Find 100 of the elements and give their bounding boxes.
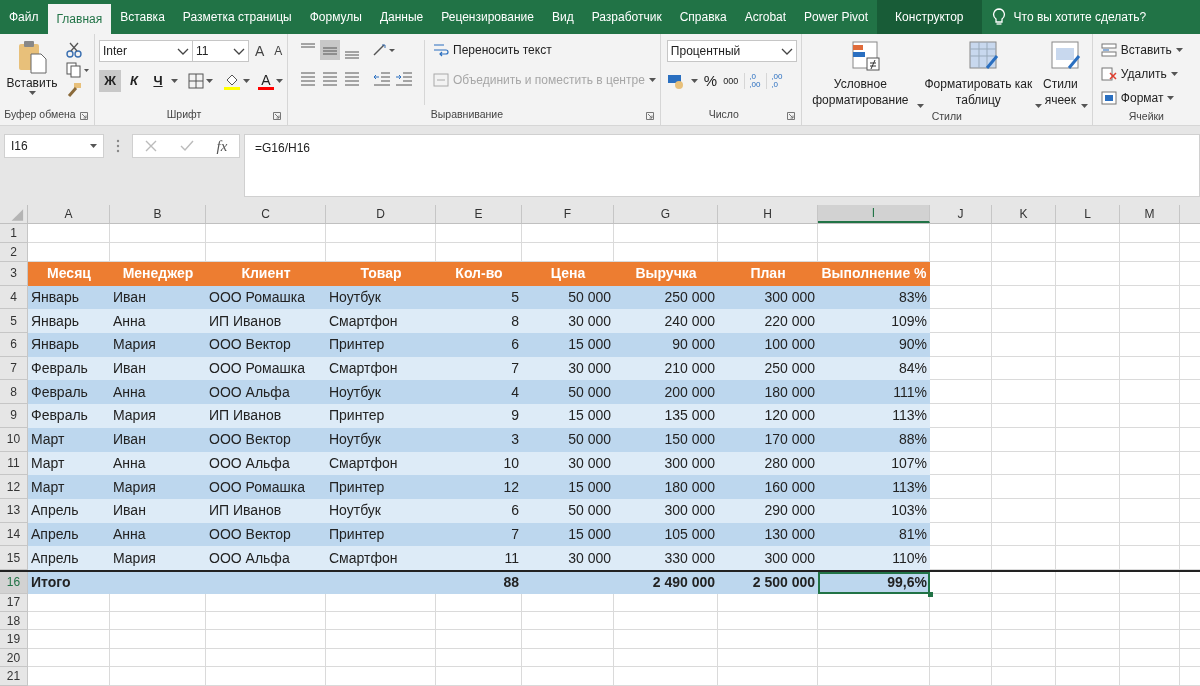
empty-cell[interactable]	[992, 630, 1056, 649]
paste-button[interactable]: Вставить	[4, 40, 60, 105]
row-header[interactable]: 12	[0, 475, 28, 499]
empty-cell[interactable]	[206, 667, 326, 686]
number-format-dropdown[interactable]: Процентный	[666, 40, 797, 62]
empty-cell[interactable]	[614, 612, 718, 631]
column-header[interactable]: E	[436, 205, 522, 223]
empty-cell[interactable]	[1056, 522, 1120, 547]
empty-cell[interactable]	[992, 404, 1056, 428]
empty-cell[interactable]	[818, 630, 930, 649]
empty-cell[interactable]	[992, 427, 1056, 452]
empty-cell[interactable]	[436, 593, 522, 612]
empty-cell[interactable]	[1120, 380, 1180, 405]
empty-cell[interactable]	[1056, 667, 1120, 686]
more-icon[interactable]	[116, 139, 120, 153]
insert-function-button[interactable]: fx	[216, 134, 228, 158]
empty-cell[interactable]	[522, 593, 614, 612]
shrink-font-button[interactable]: A	[274, 42, 283, 60]
empty-cell[interactable]	[206, 630, 326, 649]
empty-cell[interactable]	[1056, 427, 1120, 452]
menu-tab[interactable]: Разметка страницы	[173, 0, 301, 34]
formula-field[interactable]: =G16/H16	[244, 134, 1200, 197]
empty-cell[interactable]	[930, 648, 992, 668]
empty-cell[interactable]	[1120, 475, 1180, 499]
empty-cell[interactable]	[1120, 522, 1180, 547]
font-color-button[interactable]: A	[258, 72, 274, 90]
row-header[interactable]: 4	[0, 285, 28, 310]
cells-button[interactable]: Формат	[1100, 88, 1196, 108]
increase-decimal-button[interactable]: ,0 ,00	[744, 73, 761, 90]
empty-cell[interactable]	[1120, 285, 1180, 310]
empty-cell[interactable]	[1056, 262, 1120, 286]
empty-cell[interactable]	[718, 630, 818, 649]
empty-cell[interactable]	[522, 648, 614, 668]
empty-cell[interactable]	[326, 630, 436, 649]
empty-cell[interactable]	[436, 667, 522, 686]
tell-me-text[interactable]: Что вы хотите сделать?	[1013, 8, 1147, 26]
empty-cell[interactable]	[992, 262, 1056, 286]
row-header[interactable]: 3	[0, 262, 28, 286]
empty-cell[interactable]	[992, 356, 1056, 381]
empty-cell[interactable]	[992, 475, 1056, 499]
menu-tab[interactable]: Справка	[670, 0, 736, 34]
empty-cell[interactable]	[522, 224, 614, 243]
dialog-launcher-icon[interactable]	[273, 112, 281, 120]
menu-tab[interactable]: Разработчик	[582, 0, 671, 34]
underline-button[interactable]: Ч	[147, 70, 169, 92]
empty-cell[interactable]	[1056, 451, 1120, 476]
styles-button[interactable]: Стили ячеек	[1041, 40, 1088, 108]
row-header[interactable]: 10	[0, 427, 28, 452]
empty-cell[interactable]	[1056, 498, 1120, 523]
empty-cell[interactable]	[326, 224, 436, 243]
decrease-decimal-button[interactable]: ,00 ,0	[766, 73, 783, 90]
row-header[interactable]: 11	[0, 451, 28, 476]
menu-tab[interactable]: Данные	[370, 0, 433, 34]
empty-cell[interactable]	[992, 285, 1056, 310]
dialog-launcher-icon[interactable]	[786, 112, 795, 120]
empty-cell[interactable]	[522, 667, 614, 686]
cells-button[interactable]: Вставить	[1100, 40, 1196, 60]
empty-cell[interactable]	[930, 224, 992, 243]
empty-cell[interactable]	[522, 612, 614, 631]
empty-cell[interactable]	[1120, 667, 1180, 686]
empty-cell[interactable]	[1120, 333, 1180, 357]
percent-button[interactable]: %	[703, 70, 718, 93]
empty-cell[interactable]	[1056, 356, 1120, 381]
enter-icon[interactable]	[179, 140, 194, 152]
empty-cell[interactable]	[206, 612, 326, 631]
cells-button[interactable]: Удалить	[1100, 64, 1196, 84]
column-header[interactable]: A	[28, 205, 110, 223]
empty-cell[interactable]	[718, 667, 818, 686]
empty-cell[interactable]	[718, 648, 818, 668]
empty-cell[interactable]	[614, 593, 718, 612]
empty-cell[interactable]	[1120, 356, 1180, 381]
empty-cell[interactable]	[614, 648, 718, 668]
menu-tab[interactable]: Файл	[0, 0, 48, 34]
empty-cell[interactable]	[1056, 571, 1120, 594]
empty-cell[interactable]	[1056, 648, 1120, 668]
empty-cell[interactable]	[930, 612, 992, 631]
empty-cell[interactable]	[992, 309, 1056, 334]
empty-cell[interactable]	[1120, 309, 1180, 334]
empty-cell[interactable]	[1056, 333, 1120, 357]
borders-icon[interactable]	[188, 73, 204, 89]
empty-cell[interactable]	[992, 451, 1056, 476]
empty-cell[interactable]	[614, 630, 718, 649]
column-header[interactable]: M	[1120, 205, 1180, 223]
empty-cell[interactable]	[614, 224, 718, 243]
empty-cell[interactable]	[326, 648, 436, 668]
name-box[interactable]: I16	[4, 134, 104, 158]
empty-cell[interactable]	[992, 333, 1056, 357]
empty-cell[interactable]	[1120, 404, 1180, 428]
empty-cell[interactable]	[1120, 612, 1180, 631]
empty-cell[interactable]	[992, 593, 1056, 612]
row-header[interactable]: 15	[0, 546, 28, 570]
empty-cell[interactable]	[1120, 630, 1180, 649]
empty-cell[interactable]	[818, 648, 930, 668]
empty-cell[interactable]	[326, 667, 436, 686]
empty-cell[interactable]	[436, 224, 522, 243]
row-header[interactable]: 18	[0, 612, 28, 631]
empty-cell[interactable]	[326, 593, 436, 612]
empty-cell[interactable]	[1120, 262, 1180, 286]
empty-cell[interactable]	[930, 667, 992, 686]
font-name-dropdown[interactable]: Inter	[99, 40, 193, 62]
